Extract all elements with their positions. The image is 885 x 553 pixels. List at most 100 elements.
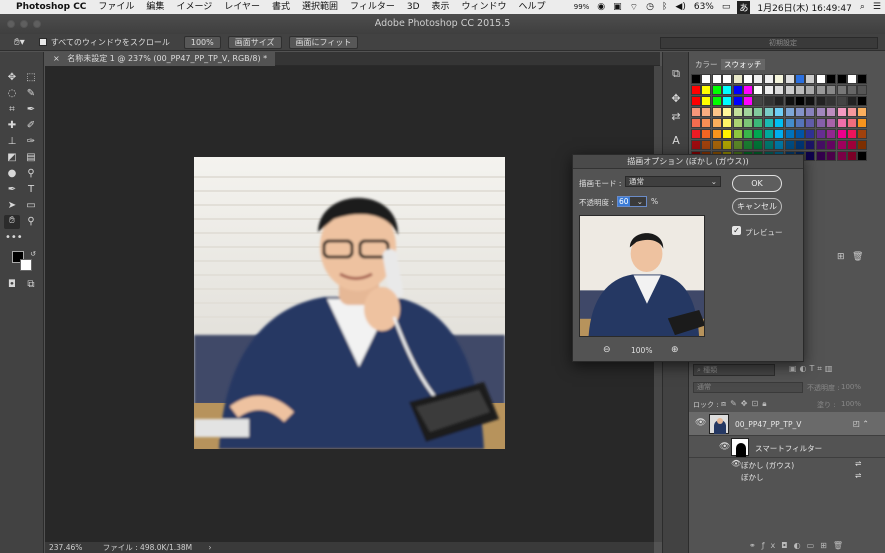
color-swatch[interactable] [836,118,847,128]
layer-row-main[interactable]: 👁︎ 00_PP47_PP_TP_V ◰ ⌃ [689,412,885,436]
notification-center-icon[interactable]: ☰ [869,2,885,12]
color-swatch[interactable] [711,85,722,95]
creative-cloud-icon[interactable]: ◉ [593,2,609,12]
color-swatch[interactable] [795,85,805,95]
color-swatch[interactable] [701,85,712,95]
color-swatch[interactable] [763,118,774,128]
color-swatch[interactable] [805,96,816,106]
color-swatch[interactable] [763,129,774,139]
background-color-swatch[interactable] [20,259,32,271]
color-swatch[interactable] [763,140,774,150]
color-swatch[interactable] [784,107,795,117]
zoom-window-icon[interactable] [33,20,41,28]
minimize-window-icon[interactable] [20,20,28,28]
color-swatch[interactable] [732,96,743,106]
scroll-all-windows[interactable]: すべてのウィンドウをスクロール [38,37,170,48]
color-swatch[interactable] [857,74,868,84]
color-swatch[interactable] [857,118,868,128]
crop-tool-icon[interactable]: ⌗ [5,104,19,116]
tab-color[interactable]: カラー [692,59,721,70]
color-swatch[interactable] [711,107,722,117]
clock[interactable]: 1月26日(木) 16:49:47 [753,1,855,14]
color-swatch[interactable] [847,140,857,150]
color-swatch[interactable] [732,140,743,150]
history-panel-icon[interactable]: ⧉ [669,67,683,81]
color-swatch[interactable] [836,107,847,117]
color-swatch[interactable] [774,96,785,106]
color-swatch[interactable] [722,74,733,84]
menu-3d[interactable]: 3D [401,0,426,14]
color-swatch[interactable] [826,129,837,139]
document-image[interactable] [194,157,505,449]
color-swatch[interactable] [836,85,847,95]
visibility-eye-icon[interactable]: 👁︎ [695,418,706,428]
color-swatch[interactable] [774,118,785,128]
color-swatch[interactable] [784,74,795,84]
color-swatch[interactable] [815,107,826,117]
zoom-level[interactable]: 237.46% [49,543,82,552]
color-swatch[interactable] [743,118,753,128]
color-swatch[interactable] [857,140,868,150]
color-swatch[interactable] [701,74,712,84]
color-swatch[interactable] [722,85,733,95]
color-swatch[interactable] [857,129,868,139]
color-swatch[interactable] [826,140,837,150]
color-swatch[interactable] [857,85,868,95]
zoom-100-button[interactable]: 100% [183,35,221,49]
color-swatch[interactable] [753,129,764,139]
color-swatch[interactable] [753,85,764,95]
menu-file[interactable]: ファイル [92,0,140,14]
menu-select[interactable]: 選択範囲 [296,0,344,14]
color-swatch[interactable] [743,140,753,150]
cancel-button[interactable]: キャンセル [732,198,782,215]
marquee-tool-icon[interactable]: ⬚ [24,72,38,84]
color-swatch[interactable] [815,140,826,150]
color-swatch[interactable] [722,107,733,117]
menu-help[interactable]: ヘルプ [513,0,552,14]
quick-mask-icon[interactable]: ◘ [5,279,19,291]
color-swatch[interactable] [701,107,712,117]
status-menu-icon[interactable]: › [209,543,212,552]
color-swatch[interactable] [753,107,764,117]
input-method-icon[interactable]: あ [737,0,751,14]
color-swatch[interactable] [805,151,816,161]
color-swatch[interactable] [763,96,774,106]
color-swatch[interactable] [857,151,868,161]
opacity-dropdown-icon[interactable]: ⌄ [636,197,644,206]
color-swatch[interactable] [774,107,785,117]
fill-screen-button[interactable]: 画面にフィット [288,35,359,49]
layer-filter-icons[interactable]: ▣◐T⌗▥ [789,364,836,374]
scroll-all-checkbox[interactable] [38,38,47,46]
display-icon[interactable]: ▣ [609,2,626,12]
color-swatch[interactable] [795,129,805,139]
color-swatch[interactable] [711,96,722,106]
color-swatch[interactable] [711,140,722,150]
color-swatch[interactable] [722,96,733,106]
color-swatch[interactable] [805,140,816,150]
blending-options-icon-2[interactable]: ⇌ [855,471,861,480]
ok-button[interactable]: OK [732,175,782,192]
color-swatch[interactable] [753,96,764,106]
path-selection-tool-icon[interactable]: ➤ [5,200,19,212]
color-swatch[interactable] [691,129,701,139]
color-swatch[interactable] [722,140,733,150]
layer-opacity-value[interactable]: 100% [841,383,861,391]
pen-tool-icon[interactable]: ✒ [5,184,19,196]
color-swatch[interactable] [836,151,847,161]
eyedropper-tool-icon[interactable]: ✒ [24,104,38,116]
color-swatch[interactable] [774,74,785,84]
color-swatch[interactable] [732,107,743,117]
color-swatch[interactable] [753,140,764,150]
menu-type[interactable]: 書式 [266,0,296,14]
color-swatch[interactable] [826,85,837,95]
bluetooth-icon[interactable]: ᛒ [658,2,671,12]
color-swatch[interactable] [701,129,712,139]
color-swatch[interactable] [805,74,816,84]
color-swatch[interactable] [847,118,857,128]
menu-edit[interactable]: 編集 [140,0,170,14]
move-tool-icon[interactable]: ✥ [5,72,19,84]
color-swatch[interactable] [763,85,774,95]
color-swatch[interactable] [826,96,837,106]
color-swatch[interactable] [732,118,743,128]
close-tab-icon[interactable]: × [53,54,60,63]
